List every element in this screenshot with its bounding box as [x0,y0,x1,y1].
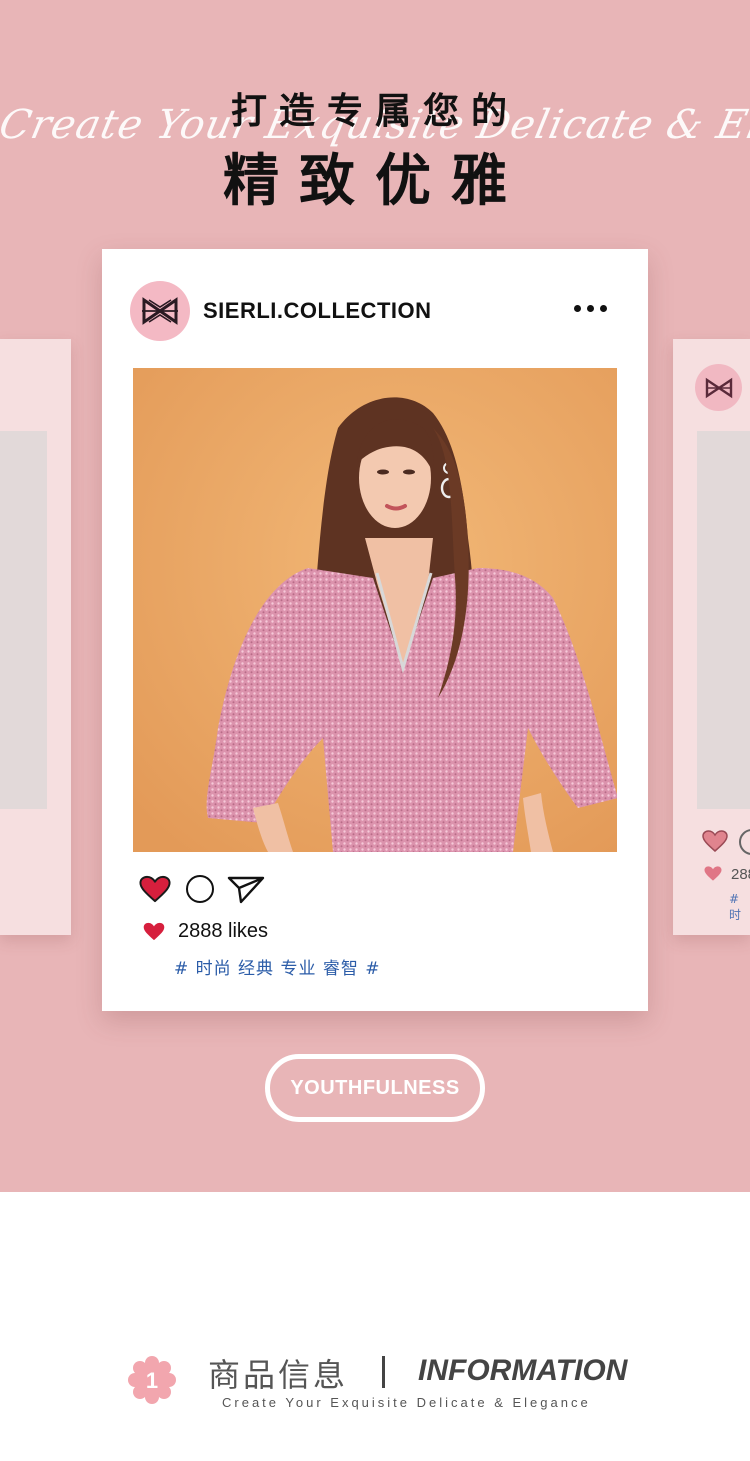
youthfulness-badge[interactable]: YOUTHFULNESS [265,1054,485,1122]
send-icon[interactable] [226,874,266,904]
hero-title-line2: 精致优雅 [223,149,527,214]
likes-heart-icon [143,922,165,941]
info-header: 1 商品信息 INFORMATION Create Your Exquisite… [0,1340,750,1420]
info-subtitle: Create Your Exquisite Delicate & Eleganc… [222,1395,591,1410]
more-options-icon[interactable] [574,305,607,312]
post-tags[interactable]: # 时尚 经典 专业 睿智 # [174,954,381,979]
post-photo [133,368,617,852]
comment-icon[interactable] [186,875,214,903]
brand-logo-icon [142,297,178,325]
brand-logo-icon [705,377,732,398]
heart-icon[interactable] [138,874,172,904]
info-divider [382,1356,385,1388]
side-card-right: 288 # 时 [673,339,750,935]
info-title-cn: 商品信息 [208,1356,349,1394]
flower-number-icon: 1 [128,1356,176,1404]
post-actions [138,874,266,904]
side-card-left [0,339,71,935]
model-photo-illustration [133,368,617,852]
info-number: 1 [146,1368,158,1393]
info-title-en: INFORMATION [418,1354,628,1387]
hero-title-line1: 打造专属您的 [230,91,519,132]
side-card-avatar [695,364,742,411]
post-username[interactable]: SIERLI.COLLECTION [203,298,432,324]
side-likes-partial: 288 [731,866,750,883]
side-card-left-image [0,431,47,809]
side-tags-partial: # 时 [729,892,742,922]
side-heart-icon [704,866,722,881]
brand-avatar[interactable] [130,281,190,341]
side-card-right-image [697,431,750,809]
side-heart-outline-icon [702,830,728,852]
post-card: SIERLI.COLLECTION 2888 likes # 时尚 经典 专业 … [102,249,648,1011]
likes-count: 2888 likes [178,920,269,942]
hero-section: Create Your Exquisite Delicate & Eleganc… [0,0,750,1192]
likes-row: 2888 likes [142,920,268,943]
side-comment-icon [739,829,750,855]
